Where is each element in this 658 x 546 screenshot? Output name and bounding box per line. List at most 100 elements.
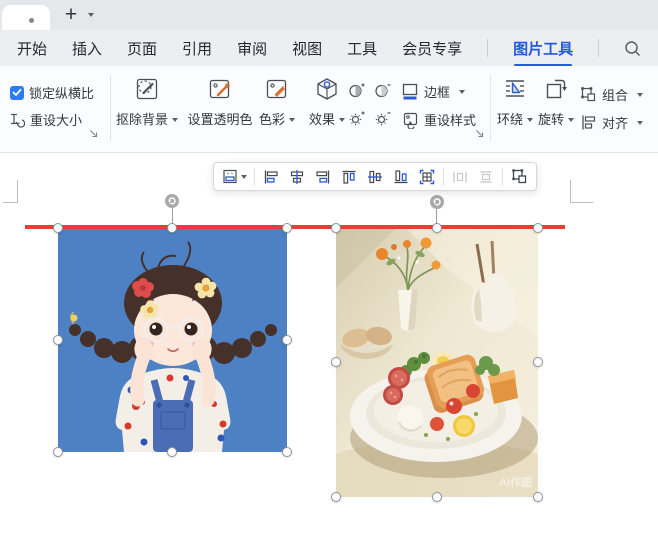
chevron-down-icon <box>568 117 574 122</box>
set-transparent-color-icon <box>207 76 233 102</box>
qt-align-top-button[interactable] <box>337 165 361 189</box>
group-button[interactable]: 组合 <box>580 85 644 104</box>
new-tab-button[interactable]: + <box>60 1 82 29</box>
adjust-dialog-launcher[interactable] <box>474 128 484 138</box>
align-label: 对齐 <box>602 116 629 131</box>
title-bar: + <box>0 0 658 30</box>
align-center-horizontal-icon <box>290 169 304 184</box>
brightness-plus-icon <box>349 111 365 126</box>
qt-distribute-vertical-button <box>474 165 498 189</box>
qt-align-left-button[interactable] <box>259 165 283 189</box>
grid-align-icon <box>419 169 435 184</box>
contrast-minus-icon <box>375 84 391 98</box>
wrap-text-label: 环绕 <box>496 112 523 127</box>
align-button[interactable]: 对齐 <box>580 113 644 132</box>
align-bottom-icon <box>394 169 408 183</box>
group-objects-icon <box>580 86 597 103</box>
document-tab[interactable] <box>2 5 50 30</box>
remove-background-button[interactable]: 抠除背景 <box>109 76 185 129</box>
resize-handle-girl-ne[interactable] <box>282 223 292 233</box>
menu-item-page[interactable]: 页面 <box>127 38 157 59</box>
resize-handle-food-sw[interactable] <box>331 492 341 502</box>
align-middle-vertical-icon <box>368 170 382 183</box>
qt-align-center-horizontal-button[interactable] <box>285 165 309 189</box>
increase-brightness-button[interactable] <box>348 110 365 127</box>
chevron-down-icon <box>241 174 247 179</box>
menu-item-tools[interactable]: 工具 <box>347 38 377 59</box>
menu-item-insert[interactable]: 插入 <box>72 38 102 59</box>
resize-handle-food-n[interactable] <box>432 223 442 233</box>
menu-item-review[interactable]: 审阅 <box>237 38 267 59</box>
menu-item-home[interactable]: 开始 <box>17 38 47 59</box>
remove-background-icon <box>134 76 160 102</box>
menu-item-member[interactable]: 会员专享 <box>402 38 462 59</box>
lock-aspect-ratio-toggle[interactable]: 锁定纵横比 <box>10 83 94 102</box>
rotate-icon <box>543 76 569 102</box>
menu-bar: 开始 插入 页面 引用 审阅 视图 工具 会员专享 图片工具 <box>0 30 658 67</box>
remove-background-label: 抠除背景 <box>115 112 168 127</box>
effects-icon <box>314 76 340 102</box>
food-illustration: AI作图 <box>336 228 538 497</box>
contrast-plus-icon <box>349 83 365 98</box>
menu-divider <box>598 39 600 57</box>
reset-style-button[interactable]: 重设样式 <box>401 110 476 129</box>
chevron-down-icon <box>339 117 345 122</box>
selected-image-girl[interactable] <box>58 228 287 452</box>
align-right-icon <box>316 170 330 183</box>
checkbox-checked-icon[interactable] <box>10 85 24 100</box>
resize-handle-food-ne[interactable] <box>533 223 543 233</box>
size-dialog-launcher[interactable] <box>88 128 98 138</box>
resize-handle-food-s[interactable] <box>432 492 442 502</box>
lock-aspect-ratio-label: 锁定纵横比 <box>29 86 95 101</box>
border-button[interactable]: 边框 <box>401 82 466 101</box>
rotate-label: 旋转 <box>537 112 564 127</box>
rotate-handle-girl[interactable] <box>165 194 179 208</box>
set-transparent-color-label: 设置透明色 <box>187 112 253 127</box>
toolbar-divider <box>502 167 503 186</box>
search-icon[interactable] <box>624 40 641 57</box>
reset-size-button[interactable]: 重设大小 <box>8 110 82 129</box>
align-top-icon <box>342 170 356 184</box>
qt-align-middle-vertical-button[interactable] <box>363 165 387 189</box>
menu-item-reference[interactable]: 引用 <box>182 38 212 59</box>
resize-handle-food-nw[interactable] <box>331 223 341 233</box>
distribute-vertical-icon <box>480 170 492 183</box>
reset-style-label: 重设样式 <box>424 113 477 128</box>
increase-contrast-button[interactable] <box>348 82 365 99</box>
resize-handle-food-w[interactable] <box>331 357 341 367</box>
menu-item-view[interactable]: 视图 <box>292 38 322 59</box>
border-icon <box>401 82 419 101</box>
resize-handle-girl-n[interactable] <box>167 223 177 233</box>
rotate-handle-food[interactable] <box>430 195 444 209</box>
resize-handle-girl-w[interactable] <box>53 335 63 345</box>
resize-handle-girl-sw[interactable] <box>53 447 63 457</box>
decrease-contrast-button[interactable] <box>374 82 391 99</box>
resize-handle-food-se[interactable] <box>533 492 543 502</box>
qt-layout-options-button[interactable] <box>219 165 250 189</box>
resize-handle-girl-s[interactable] <box>167 447 177 457</box>
qt-grid-align-button[interactable] <box>415 165 439 189</box>
tab-picture-tools[interactable]: 图片工具 <box>513 38 573 67</box>
color-icon <box>264 76 290 102</box>
resize-handle-girl-se[interactable] <box>282 447 292 457</box>
rotate-button[interactable]: 旋转 <box>524 76 588 129</box>
new-tab-chevron-icon[interactable] <box>88 13 94 17</box>
red-line-shape[interactable] <box>25 225 565 229</box>
document-canvas[interactable]: AI作图 <box>0 153 658 546</box>
resize-handle-food-e[interactable] <box>533 357 543 367</box>
qt-align-right-button[interactable] <box>311 165 335 189</box>
margin-mark-top-left <box>3 180 18 203</box>
align-left-icon <box>264 170 278 183</box>
resize-handle-girl-e[interactable] <box>282 335 292 345</box>
resize-handle-girl-nw[interactable] <box>53 223 63 233</box>
color-label: 色彩 <box>258 112 285 127</box>
selected-image-food[interactable]: AI作图 <box>336 228 538 497</box>
reset-size-icon <box>8 111 25 128</box>
reset-style-icon <box>401 111 419 129</box>
group-label: 组合 <box>602 88 629 103</box>
qt-group-button[interactable] <box>507 165 531 189</box>
unsaved-indicator-dot <box>29 18 34 23</box>
chevron-down-icon <box>637 120 644 125</box>
qt-align-bottom-button[interactable] <box>389 165 413 189</box>
decrease-brightness-button[interactable] <box>374 110 391 127</box>
